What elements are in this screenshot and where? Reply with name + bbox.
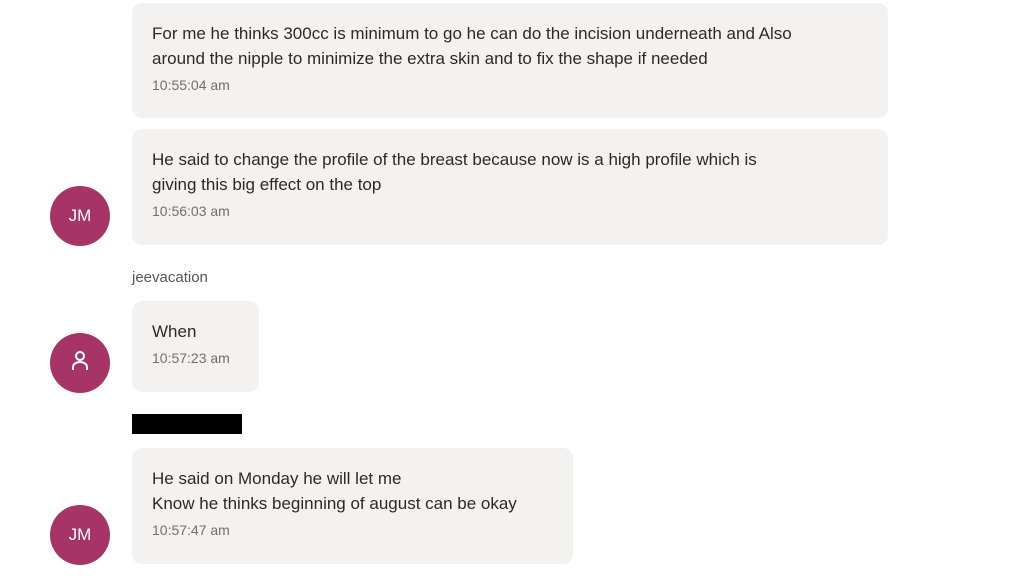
sender-name: jeevacation <box>132 269 208 286</box>
message-text: He said on Monday he will let me Know he… <box>152 469 517 513</box>
avatar-initials: JM <box>68 206 92 225</box>
message-bubble: When 10:57:23 am <box>132 301 259 392</box>
message-timestamp: 10:55:04 am <box>152 77 230 93</box>
message-text: He said to change the profile of the bre… <box>152 150 757 194</box>
message-bubble: He said on Monday he will let me Know he… <box>132 448 573 564</box>
avatar[interactable] <box>50 333 110 393</box>
message-text: When <box>152 322 197 341</box>
redacted-bar <box>132 414 242 434</box>
message-timestamp: 10:57:23 am <box>152 350 230 366</box>
message-timestamp: 10:56:03 am <box>152 203 230 219</box>
person-icon <box>71 350 89 377</box>
message-bubble: He said to change the profile of the bre… <box>132 129 888 245</box>
avatar-initials: JM <box>68 525 92 544</box>
message-bubble: For me he thinks 300cc is minimum to go … <box>132 3 888 118</box>
message-timestamp: 10:57:47 am <box>152 522 230 538</box>
avatar[interactable]: JM <box>50 505 110 565</box>
avatar[interactable]: JM <box>50 186 110 246</box>
message-text: For me he thinks 300cc is minimum to go … <box>152 24 792 68</box>
